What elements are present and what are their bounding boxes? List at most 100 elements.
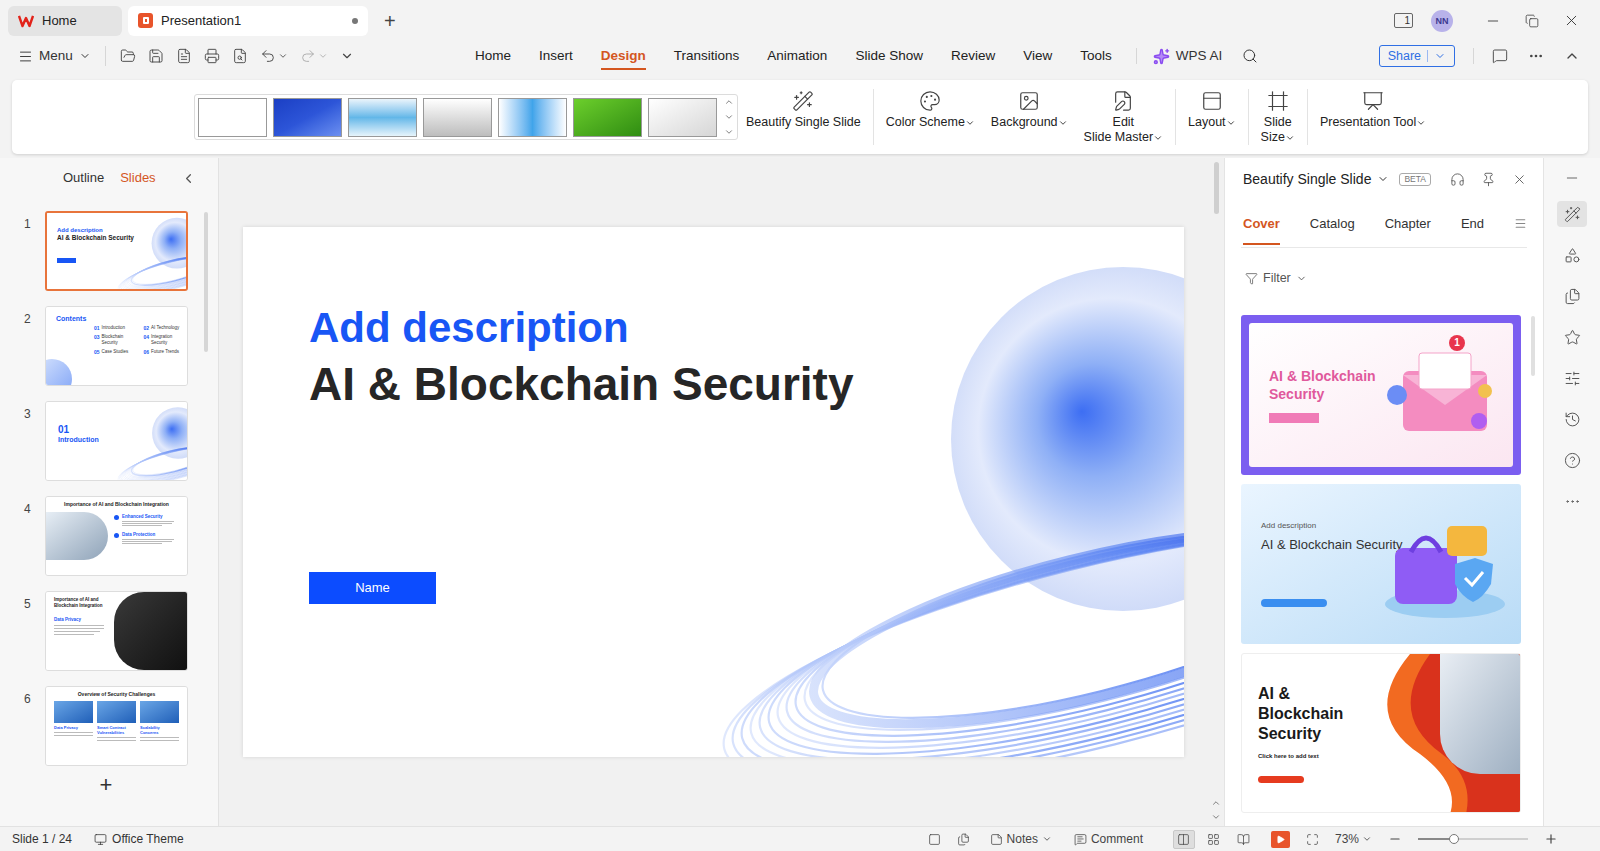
side-tool-button[interactable] — [1557, 242, 1587, 268]
panel-tab[interactable]: Slides — [120, 168, 155, 188]
side-tool-button[interactable] — [1557, 488, 1587, 514]
side-tool-button[interactable] — [1557, 201, 1587, 227]
slide[interactable]: Add descriptionAI & Blockchain Security N… — [243, 227, 1184, 757]
pages-icon[interactable] — [957, 833, 970, 846]
ribbon-tool-button[interactable]: SlideSize — [1253, 80, 1303, 145]
undo-icon[interactable] — [260, 48, 276, 64]
theme-thumbnail[interactable] — [423, 98, 492, 137]
panel-scrollbar[interactable] — [1531, 316, 1535, 376]
save-icon[interactable] — [148, 48, 164, 64]
customize-icon[interactable] — [340, 49, 354, 63]
ribbon-tool-button[interactable]: Presentation Tool — [1312, 80, 1434, 130]
collapse-panel-icon[interactable] — [181, 171, 196, 186]
side-tool-button[interactable] — [1557, 365, 1587, 391]
zoom-level[interactable]: 73% — [1335, 830, 1372, 848]
zoom-out-icon[interactable] — [1388, 832, 1402, 846]
previous-slide-icon[interactable] — [1211, 798, 1221, 808]
pin-icon[interactable] — [1481, 172, 1496, 187]
minimize-icon[interactable] — [1485, 13, 1501, 29]
ribbon-tool-button[interactable]: Beautify Single Slide — [738, 80, 869, 130]
ribbon-tab[interactable]: Review — [937, 41, 1009, 71]
scroll-down-icon[interactable] — [724, 112, 734, 122]
view-mode-button[interactable] — [1203, 830, 1225, 849]
theme-thumbnail[interactable] — [648, 98, 717, 137]
template-card[interactable]: Add descriptionAI & Blockchain Security — [1241, 484, 1521, 644]
slide-thumbnail-row[interactable]: 6Overview of Security ChallengesData Pri… — [0, 686, 218, 766]
more-icon[interactable] — [1528, 48, 1544, 64]
filter-button[interactable]: Filter — [1241, 256, 1527, 300]
name-button[interactable]: Name — [309, 572, 436, 604]
main-menu-button[interactable]: Menu — [18, 46, 106, 66]
view-mode-button[interactable] — [1173, 830, 1195, 849]
slide-title[interactable]: AI & Blockchain Security — [309, 354, 854, 414]
document-tab[interactable]: Home — [8, 6, 122, 36]
comment-button[interactable]: Comment — [1074, 830, 1143, 848]
add-slide-button[interactable]: + — [100, 772, 113, 798]
template-category-tab[interactable]: End — [1461, 206, 1484, 242]
slide-thumbnail-row[interactable]: 301Introduction — [0, 401, 218, 481]
more-categories-icon[interactable] — [1514, 216, 1527, 231]
theme-name[interactable]: Office Theme — [94, 830, 184, 848]
ribbon-tab[interactable]: Home — [461, 41, 525, 71]
template-card[interactable]: AI & Blockchain Security1 — [1241, 315, 1521, 475]
ribbon-tool-button[interactable]: Color Scheme — [878, 80, 983, 130]
panel-tab[interactable]: Outline — [63, 168, 104, 188]
ribbon-tab[interactable]: Animation — [753, 41, 841, 71]
side-tool-button[interactable] — [1557, 447, 1587, 473]
slide-thumbnail-row[interactable]: 2Contents01Introduction02AI Technology03… — [0, 306, 218, 386]
panel-scrollbar[interactable] — [204, 212, 208, 352]
close-icon[interactable] — [1563, 12, 1580, 29]
print-icon[interactable] — [204, 48, 220, 64]
collapse-icon[interactable] — [1564, 170, 1580, 186]
side-tool-button[interactable] — [1557, 283, 1587, 309]
theme-thumbnail[interactable] — [198, 98, 267, 137]
scroll-up-icon[interactable] — [724, 97, 734, 107]
window-count[interactable]: 1 — [1394, 13, 1413, 28]
print-preview-icon[interactable] — [232, 48, 248, 64]
smart-icon[interactable] — [928, 833, 941, 846]
template-category-tab[interactable]: Catalog — [1310, 206, 1355, 242]
slide-thumbnail-row[interactable]: 5Importance of AI and Blockchain Integra… — [0, 591, 218, 671]
ribbon-tab[interactable]: Slide Show — [841, 41, 937, 71]
share-button[interactable]: Share — [1379, 45, 1455, 67]
new-tab-button[interactable]: + — [374, 9, 406, 33]
slide-thumbnail-row[interactable]: 4Importance of AI and Blockchain Integra… — [0, 496, 218, 576]
open-icon[interactable] — [120, 48, 136, 64]
wps-ai-button[interactable]: WPS AI — [1147, 46, 1229, 66]
search-icon[interactable] — [1242, 48, 1258, 64]
theme-thumbnail[interactable] — [273, 98, 342, 137]
close-panel-icon[interactable] — [1512, 172, 1527, 187]
ribbon-tool-button[interactable]: Background — [983, 80, 1076, 130]
template-card[interactable]: AI & Blockchain SecurityClick here to ad… — [1241, 653, 1521, 813]
side-tool-button[interactable] — [1557, 324, 1587, 350]
ribbon-tab[interactable]: Transitions — [660, 41, 754, 71]
next-slide-icon[interactable] — [1211, 812, 1221, 822]
redo-icon[interactable] — [300, 48, 316, 64]
comments-icon[interactable] — [1492, 48, 1508, 64]
chevron-down-icon[interactable] — [1377, 173, 1389, 185]
template-category-tab[interactable]: Chapter — [1385, 206, 1431, 242]
user-avatar[interactable]: NN — [1431, 10, 1453, 32]
template-category-tab[interactable]: Cover — [1243, 206, 1280, 242]
ribbon-tab[interactable]: Design — [587, 41, 660, 71]
ribbon-tool-button[interactable]: EditSlide Master — [1076, 80, 1171, 145]
ribbon-tab[interactable]: Tools — [1066, 41, 1126, 71]
zoom-in-icon[interactable] — [1544, 832, 1558, 846]
document-tab[interactable]: Presentation1 — [128, 6, 368, 36]
side-tool-button[interactable] — [1557, 406, 1587, 432]
theme-thumbnail[interactable] — [498, 98, 567, 137]
support-icon[interactable] — [1450, 172, 1465, 187]
theme-thumbnail[interactable] — [348, 98, 417, 137]
collapse-ribbon-icon[interactable] — [1564, 48, 1580, 64]
notes-button[interactable]: Notes — [990, 830, 1052, 848]
ribbon-tab[interactable]: View — [1009, 41, 1066, 71]
slide-subtitle[interactable]: Add description — [309, 302, 629, 354]
ribbon-tab[interactable]: Insert — [525, 41, 587, 71]
export-icon[interactable] — [176, 48, 192, 64]
zoom-slider[interactable] — [1418, 833, 1528, 845]
slideshow-button[interactable] — [1271, 831, 1290, 848]
view-mode-button[interactable] — [1233, 830, 1255, 849]
fit-window-icon[interactable] — [1306, 833, 1319, 846]
ribbon-tool-button[interactable]: Layout — [1180, 80, 1244, 130]
expand-gallery-icon[interactable] — [724, 127, 734, 137]
